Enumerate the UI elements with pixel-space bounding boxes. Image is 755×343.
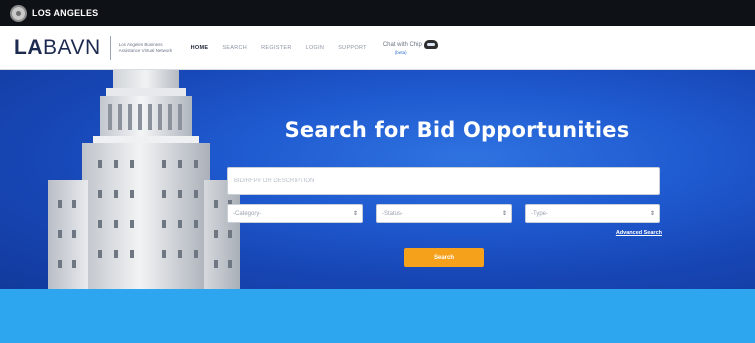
main-nav: HOME SEARCH REGISTER LOGIN SUPPORT Chat …: [191, 26, 438, 69]
city-topbar: LOS ANGELES: [0, 0, 755, 26]
column: [108, 104, 112, 130]
window: [178, 220, 182, 228]
window: [114, 220, 118, 228]
chat-label: Chat with Chip: [382, 41, 422, 48]
left-wing: [48, 180, 88, 289]
window: [58, 200, 62, 208]
window: [162, 190, 166, 198]
window: [178, 250, 182, 258]
window: [228, 230, 232, 238]
page-title: Search for Bid Opportunities: [284, 118, 630, 142]
category-select[interactable]: -Category- ⇕: [227, 204, 363, 223]
status-select[interactable]: -Status- ⇕: [376, 204, 512, 223]
logo-divider: [109, 35, 111, 60]
window: [162, 160, 166, 168]
window: [72, 200, 76, 208]
window: [178, 160, 182, 168]
status-select-value: -Status-: [382, 210, 404, 217]
page: LOS ANGELES LA BAVN Los Angeles Business …: [0, 0, 755, 343]
window: [214, 200, 218, 208]
chat-row: Chat with Chip: [383, 40, 438, 49]
logo-subtitle: Los Angeles Business Assistance Virtual …: [118, 41, 173, 53]
right-wing: [204, 180, 240, 289]
tower-top: [113, 70, 179, 90]
window: [214, 260, 218, 268]
labavn-logo[interactable]: LA BAVN: [14, 36, 101, 60]
window: [58, 260, 62, 268]
nav-support[interactable]: SUPPORT: [338, 45, 367, 51]
window: [98, 220, 102, 228]
logo-la: LA: [14, 35, 43, 59]
window: [194, 160, 198, 168]
window: [162, 220, 166, 228]
column: [118, 104, 122, 130]
city-name[interactable]: LOS ANGELES: [32, 8, 98, 18]
nav-search[interactable]: SEARCH: [222, 45, 247, 51]
site-header: LA BAVN Los Angeles Business Assistance V…: [0, 26, 755, 70]
window: [98, 250, 102, 258]
window: [130, 220, 134, 228]
window: [114, 250, 118, 258]
window: [194, 220, 198, 228]
column: [128, 104, 132, 130]
window: [130, 190, 134, 198]
chat-bot-icon[interactable]: [423, 40, 438, 49]
window: [72, 260, 76, 268]
tower-cap: [106, 88, 186, 96]
type-select[interactable]: -Type- ⇕: [525, 204, 660, 223]
city-seal-icon[interactable]: [10, 4, 27, 22]
chat-with-chip[interactable]: Chat with Chip (beta): [383, 40, 438, 55]
window: [194, 250, 198, 258]
window: [130, 250, 134, 258]
window: [194, 190, 198, 198]
updown-arrow-icon: ⇕: [501, 210, 507, 217]
window: [228, 260, 232, 268]
window: [98, 160, 102, 168]
logo-bavn: BAVN: [43, 35, 101, 59]
window: [114, 190, 118, 198]
search-button[interactable]: Search: [404, 248, 484, 267]
updown-arrow-icon: ⇕: [352, 210, 358, 217]
window: [178, 190, 182, 198]
column: [168, 104, 172, 130]
city-hall-image: [38, 70, 243, 289]
tower-ledge: [93, 136, 199, 143]
advanced-search-link[interactable]: Advanced Search: [590, 230, 662, 236]
window: [130, 160, 134, 168]
type-select-value: -Type-: [531, 210, 549, 217]
nav-home[interactable]: HOME: [191, 45, 209, 51]
nav-register[interactable]: REGISTER: [261, 45, 292, 51]
column: [148, 104, 152, 130]
search-input[interactable]: [227, 167, 660, 195]
column: [178, 104, 182, 130]
lower-band: [0, 289, 755, 343]
window: [98, 190, 102, 198]
column: [158, 104, 162, 130]
nav-login[interactable]: LOGIN: [306, 45, 325, 51]
window: [162, 250, 166, 258]
column: [138, 104, 142, 130]
category-select-value: -Category-: [233, 210, 262, 217]
updown-arrow-icon: ⇕: [649, 210, 655, 217]
window: [72, 230, 76, 238]
window: [58, 230, 62, 238]
window: [114, 160, 118, 168]
window: [214, 230, 218, 238]
chat-beta-label: (beta): [394, 50, 407, 55]
